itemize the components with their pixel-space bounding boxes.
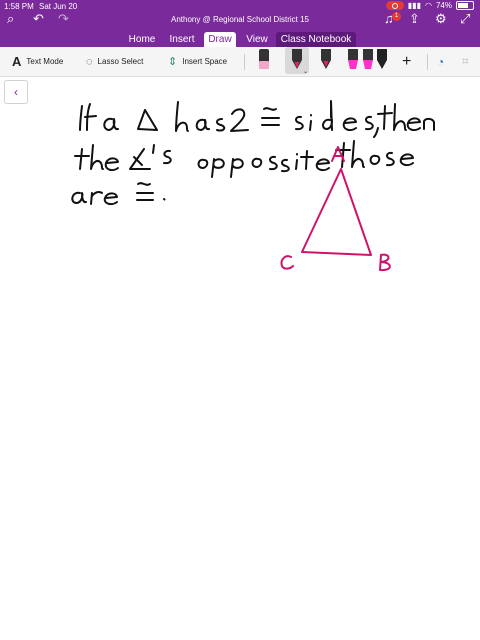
status-bar: 1:58 PM Sat Jun 20 ▮▮▮ ◠ 74% <box>0 0 480 13</box>
status-time: 1:58 PM <box>4 2 34 11</box>
ink-word-the <box>74 144 119 172</box>
app-header: 1:58 PM Sat Jun 20 ▮▮▮ ◠ 74% ⌕ ↶ ↷ Antho… <box>0 0 480 47</box>
add-pen-icon[interactable]: + <box>402 47 411 76</box>
draw-toolbar: A Text Mode ◌ Lasso Select ⇕ Insert Spac… <box>0 47 480 77</box>
ink-word-a <box>103 117 119 131</box>
ink-digit-2 <box>230 108 249 132</box>
eraser-tool[interactable] <box>256 47 272 74</box>
ribbon-tabs: Home Insert Draw View Class Notebook <box>0 32 480 47</box>
ink-canvas[interactable] <box>0 77 480 640</box>
ink-word-opposite <box>197 150 330 178</box>
highlighter-tool[interactable] <box>345 47 361 74</box>
ink-word-are <box>71 191 118 206</box>
window-title: Anthony @ Regional School District 15 <box>171 15 309 24</box>
ink-congruent-1 <box>261 107 280 126</box>
pen-tool-selected[interactable]: ⌄ <box>285 47 309 75</box>
black-pen-tool[interactable] <box>374 47 390 74</box>
lasso-icon: ◌ <box>86 55 93 68</box>
tab-view[interactable]: View <box>241 32 273 47</box>
tab-class-notebook[interactable]: Class Notebook <box>276 32 356 47</box>
screen-record-icon <box>385 1 404 10</box>
tab-insert[interactable]: Insert <box>165 32 199 47</box>
battery-percent: 74% <box>435 1 452 10</box>
ink-angle-symbol <box>129 148 151 170</box>
fullscreen-icon[interactable]: ⤢ <box>460 12 470 25</box>
svg-text:⌄: ⌄ <box>303 69 308 74</box>
wifi-icon: ◠ <box>425 1 432 10</box>
pen-tool[interactable] <box>318 47 334 74</box>
handwriting-ink <box>71 100 435 206</box>
battery-icon <box>456 1 474 10</box>
triangle-shape <box>301 168 372 256</box>
ink-word-has <box>175 101 226 132</box>
label-c <box>280 255 294 270</box>
ink-period <box>163 198 166 201</box>
share-icon[interactable]: ⇪ <box>409 12 420 25</box>
text-mode-icon: A <box>12 54 22 69</box>
ink-word-if <box>79 103 97 131</box>
ink-triangle-symbol <box>137 109 158 131</box>
status-right: ▮▮▮ ◠ 74% <box>385 1 474 10</box>
toolbar-divider <box>244 54 245 70</box>
notification-badge: 1 <box>392 12 401 21</box>
ink-congruent-2 <box>136 182 154 201</box>
pen-icon: ⌄ <box>292 49 308 75</box>
triangle-drawing <box>280 146 391 272</box>
insert-space-label: Insert Space <box>182 57 228 66</box>
ink-word-then <box>377 103 435 132</box>
tab-draw[interactable]: Draw <box>204 32 236 47</box>
lasso-select-label: Lasso Select <box>97 57 144 66</box>
toolbar-divider-2 <box>427 54 428 70</box>
tab-home[interactable]: Home <box>124 32 160 47</box>
ink-word-sides <box>295 100 379 138</box>
ink-word-those <box>335 140 414 168</box>
text-mode-button[interactable]: A Text Mode <box>12 47 63 76</box>
ruler-icon[interactable]: ⌗ <box>462 47 469 76</box>
insert-space-button[interactable]: ⇕ Insert Space <box>168 47 227 76</box>
insert-space-icon: ⇕ <box>168 56 178 68</box>
ink-apostrophe-s <box>152 144 172 165</box>
text-mode-label: Text Mode <box>26 57 64 66</box>
status-date: Sat Jun 20 <box>39 2 78 11</box>
gear-icon[interactable]: ⚙ <box>435 12 447 25</box>
label-b <box>379 253 391 272</box>
signal-icon: ▮▮▮ <box>407 1 421 10</box>
lasso-select-button[interactable]: ◌ Lasso Select <box>86 47 143 76</box>
shapes-icon[interactable]: ◔ <box>437 47 444 76</box>
